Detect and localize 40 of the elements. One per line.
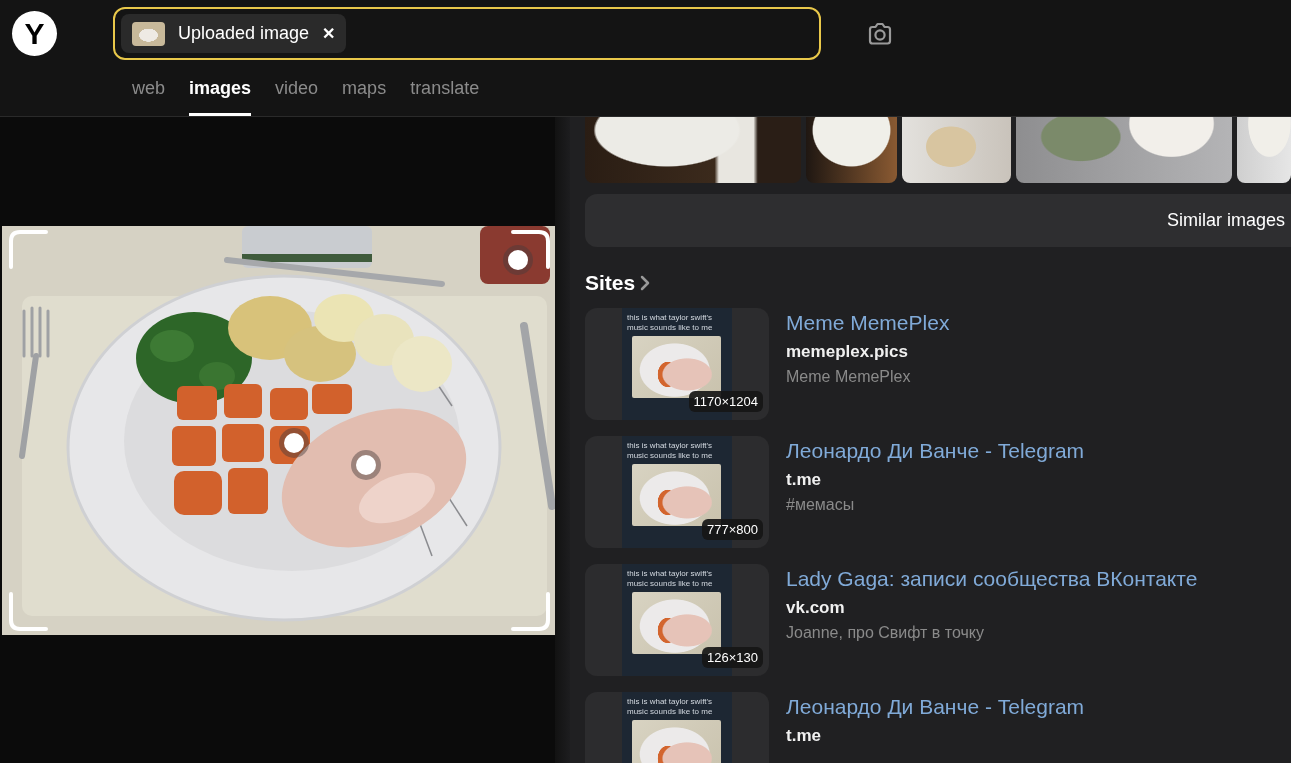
result-title-link[interactable]: Lady Gaga: записи сообщества ВКонтакте: [786, 564, 1198, 592]
photo-placeholder[interactable]: [806, 117, 897, 183]
photo-placeholder: [132, 21, 165, 46]
meme-caption: this is what taylor swift's music sounds like to me: [627, 313, 714, 332]
tab[interactable]: web: [132, 77, 166, 116]
chip-label: Uploaded image: [178, 23, 310, 44]
result-domain: t.me: [786, 726, 821, 746]
result-description: Meme MemePlex: [786, 367, 911, 387]
close-button[interactable]: ✕: [322, 23, 336, 44]
result-thumbnail[interactable]: this is what taylor swift's music sounds like to me 777×800: [585, 436, 769, 548]
tab[interactable]: video: [275, 77, 319, 116]
search-field[interactable]: Uploaded image ✕: [113, 7, 821, 60]
result-title-link[interactable]: Леонардо Ди Ванче - Telegram: [786, 692, 1085, 720]
result-domain: vk.com: [786, 598, 845, 618]
image-size-badge: 1170×1204: [688, 391, 763, 412]
result-thumbnail[interactable]: this is what taylor swift's music sounds like to me: [585, 692, 769, 763]
sites-link[interactable]: Sites: [585, 271, 651, 295]
hotspot-icon[interactable]: [502, 244, 534, 276]
image-size-badge: 126×130: [702, 647, 763, 668]
result-title-link[interactable]: Леонардо Ди Ванче - Telegram: [786, 436, 1085, 464]
result-thumbnail[interactable]: this is what taylor swift's music sounds like to me 126×130: [585, 564, 769, 676]
tab[interactable]: translate: [410, 77, 480, 116]
result-thumbnail[interactable]: this is what taylor swift's music sounds like to me 1170×1204: [585, 308, 769, 420]
hotspot-icon[interactable]: [278, 427, 310, 459]
result-description: #мемасы: [786, 495, 855, 515]
result-domain: memeplex.pics: [786, 342, 908, 362]
result-description: Joanne, про Свифт в точку: [786, 623, 985, 643]
meme-caption: this is what taylor swift's music sounds like to me: [627, 697, 714, 716]
crop-corner-icon[interactable]: [511, 229, 551, 269]
similar-images-button[interactable]: Similar images: [585, 194, 1291, 247]
meme-caption: this is what taylor swift's music sounds like to me: [627, 441, 714, 460]
camera-icon[interactable]: [866, 20, 894, 48]
result-title-link[interactable]: Meme MemePlex: [786, 308, 950, 336]
photo-placeholder[interactable]: [585, 117, 801, 183]
chevron-right-icon: [640, 275, 651, 291]
image-size-badge: 777×800: [702, 519, 763, 540]
meme-caption: this is what taylor swift's music sounds like to me: [627, 569, 714, 588]
tab[interactable]: maps: [342, 77, 387, 116]
result-domain: t.me: [786, 470, 821, 490]
logo[interactable]: Y: [12, 11, 57, 56]
